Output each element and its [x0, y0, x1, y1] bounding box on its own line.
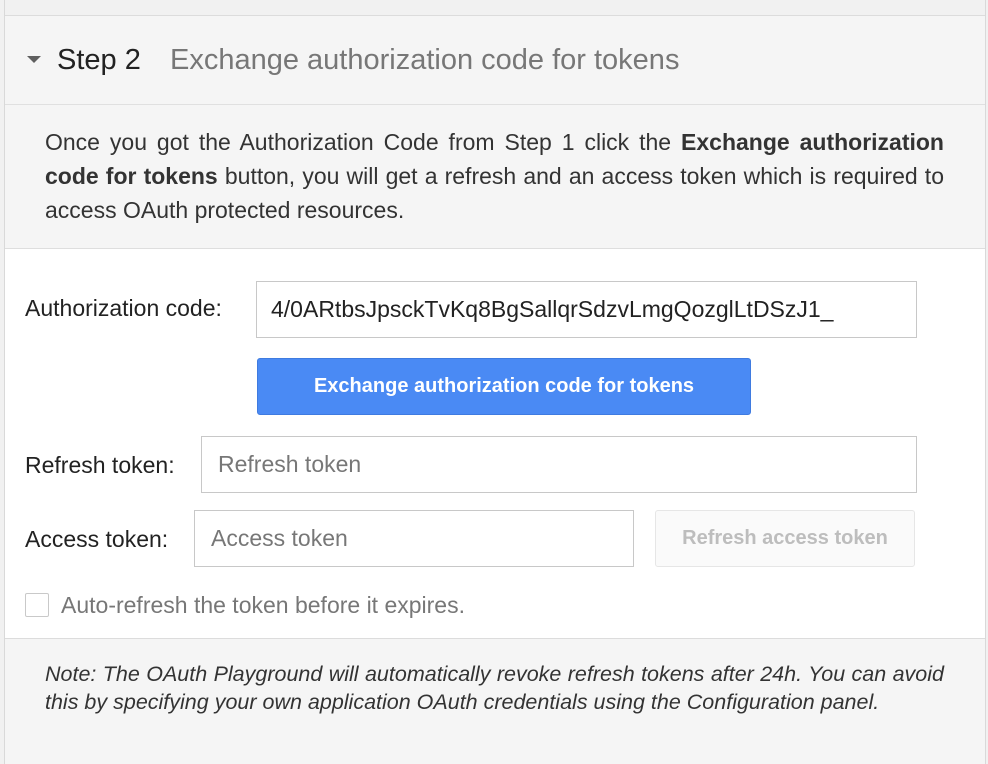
authorization-code-label: Authorization code: — [25, 295, 222, 321]
caret-down-icon[interactable] — [27, 56, 41, 63]
description-text-before: Once you got the Authorization Code from… — [45, 129, 682, 155]
token-form: Authorization code: Exchange authorizati… — [5, 249, 985, 639]
step-title: Exchange authorization code for tokens — [170, 44, 680, 76]
refresh-access-token-button[interactable]: Refresh access token — [655, 510, 915, 567]
authorization-code-input[interactable] — [256, 281, 917, 338]
exchange-code-button[interactable]: Exchange authorization code for tokens — [257, 358, 751, 415]
auto-refresh-label[interactable]: Auto-refresh the token before it expires… — [61, 591, 465, 619]
access-token-input[interactable] — [194, 510, 634, 567]
previous-step-edge — [5, 0, 985, 16]
description-text: Once you got the Authorization Code from… — [45, 125, 944, 227]
note-text: Note: The OAuth Playground will automati… — [45, 662, 944, 714]
step-number: Step 2 — [57, 44, 141, 76]
step-description: Once you got the Authorization Code from… — [5, 105, 985, 249]
access-token-label: Access token: — [25, 526, 169, 552]
note-section: Note: The OAuth Playground will automati… — [5, 639, 985, 764]
refresh-token-input[interactable] — [201, 436, 917, 493]
step-header[interactable]: Step 2 Exchange authorization code for t… — [5, 16, 985, 105]
step-2-panel: Step 2 Exchange authorization code for t… — [4, 0, 986, 764]
auto-refresh-checkbox[interactable] — [25, 593, 49, 617]
refresh-token-label: Refresh token: — [25, 452, 175, 478]
